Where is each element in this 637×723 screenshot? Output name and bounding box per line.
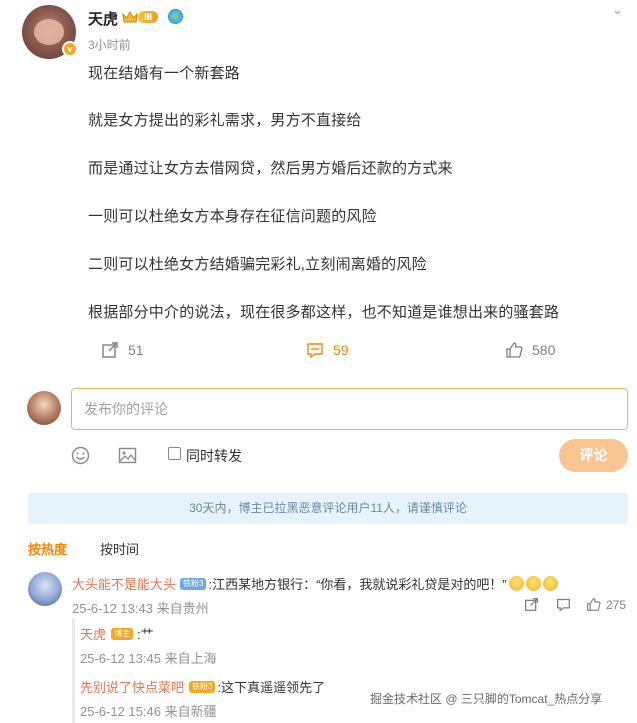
post-paragraph: 现在结婚有一个新套路 (88, 65, 241, 82)
commenter-name[interactable]: 大头能不是能大头 (72, 574, 176, 593)
my-avatar (27, 391, 61, 425)
post-paragraph: 根据部分中介的说法，现在很多都这样，也不知道是谁想出来的骚套路 (88, 304, 560, 321)
post-paragraph: 一则可以杜绝女方本身存在征信问题的风险 (88, 208, 377, 225)
repost-count: 51 (128, 342, 144, 358)
blacklist-notice: 30天内，博主已拉黑恶意评论用户11人，请谨慎评论 (28, 493, 628, 524)
grin-emoji-icon (542, 576, 558, 591)
author-badge: 博主 (111, 627, 134, 640)
level-badge: Ⅲ (138, 11, 158, 23)
crown-icon (122, 11, 138, 23)
image-icon[interactable] (118, 446, 137, 465)
repost-button[interactable]: 51 (101, 341, 144, 359)
globe-icon (168, 9, 183, 24)
verified-v-icon: v (62, 41, 78, 57)
like-icon (587, 598, 601, 611)
fan-badge: 铁粉3 (180, 577, 207, 590)
post-paragraph: 就是女方提出的彩礼需求，男方不直接给 (88, 112, 362, 129)
post-paragraph: 而是通过让女方去借网贷，然后男方婚后还款的方式来 (88, 160, 453, 177)
post-paragraph: 二则可以杜绝女方结婚骗完彩礼,立刻闹离婚的风险 (88, 256, 427, 273)
repost-icon[interactable] (524, 597, 539, 612)
repost-icon (102, 342, 118, 358)
repost-checkbox-label[interactable]: 同时转发 (186, 446, 242, 466)
grin-emoji-icon (525, 576, 541, 591)
chevron-down-icon[interactable]: ⌄ (612, 2, 623, 18)
watermark: 掘金技术社区 @ 三只脚的Tomcat_热点分享 (370, 690, 603, 707)
submit-comment-button[interactable]: 评论 (559, 439, 628, 472)
comment-like-count: 275 (606, 597, 627, 612)
reply-meta: 25-6-12 15:46 来自新疆 (80, 704, 217, 719)
reply-meta: 25-6-12 13:45 来自上海 (80, 651, 217, 666)
reply-divider (72, 618, 75, 723)
reply-row: 先别说了快点菜吧 铁粉3 :这下真遥遥领先了 (80, 677, 325, 696)
comment-button[interactable]: 59 (306, 341, 349, 359)
post-time[interactable]: 3小时前 (88, 36, 131, 53)
grin-emoji-icon (508, 576, 524, 591)
comment-count: 59 (333, 342, 349, 358)
like-count: 580 (532, 342, 556, 358)
comment-icon[interactable] (556, 597, 571, 612)
reply-text: :这下真遥遥领先了 (217, 680, 326, 695)
reply-row: 天虎 博主 :艹 (80, 624, 154, 643)
like-icon (506, 342, 523, 358)
comment-meta: 25-6-12 13:43 来自贵州 (72, 601, 209, 616)
reply-name[interactable]: 天虎 (80, 624, 106, 643)
tab-sort-hot[interactable]: 按热度 (28, 539, 67, 558)
comment-icon (307, 343, 323, 359)
fan-badge: 铁粉3 (189, 680, 216, 693)
tab-sort-time[interactable]: 按时间 (100, 539, 139, 558)
comment-like-button[interactable]: 275 (586, 597, 626, 612)
commenter-avatar[interactable] (28, 572, 62, 606)
comment-text: :江西某地方银行：“你看，我就说彩礼贷是对的吧！” (208, 577, 507, 592)
repost-checkbox[interactable] (168, 447, 181, 460)
author-name[interactable]: 天虎 (88, 8, 118, 29)
reply-text: :艹 (137, 627, 154, 642)
like-button[interactable]: 580 (505, 341, 555, 359)
comment-row: 大头能不是能大头 铁粉3 :江西某地方银行：“你看，我就说彩礼贷是对的吧！” (72, 574, 558, 593)
comment-input[interactable]: 发布你的评论 (71, 388, 628, 430)
emoji-icon[interactable] (71, 446, 90, 465)
reply-name[interactable]: 先别说了快点菜吧 (80, 677, 184, 696)
